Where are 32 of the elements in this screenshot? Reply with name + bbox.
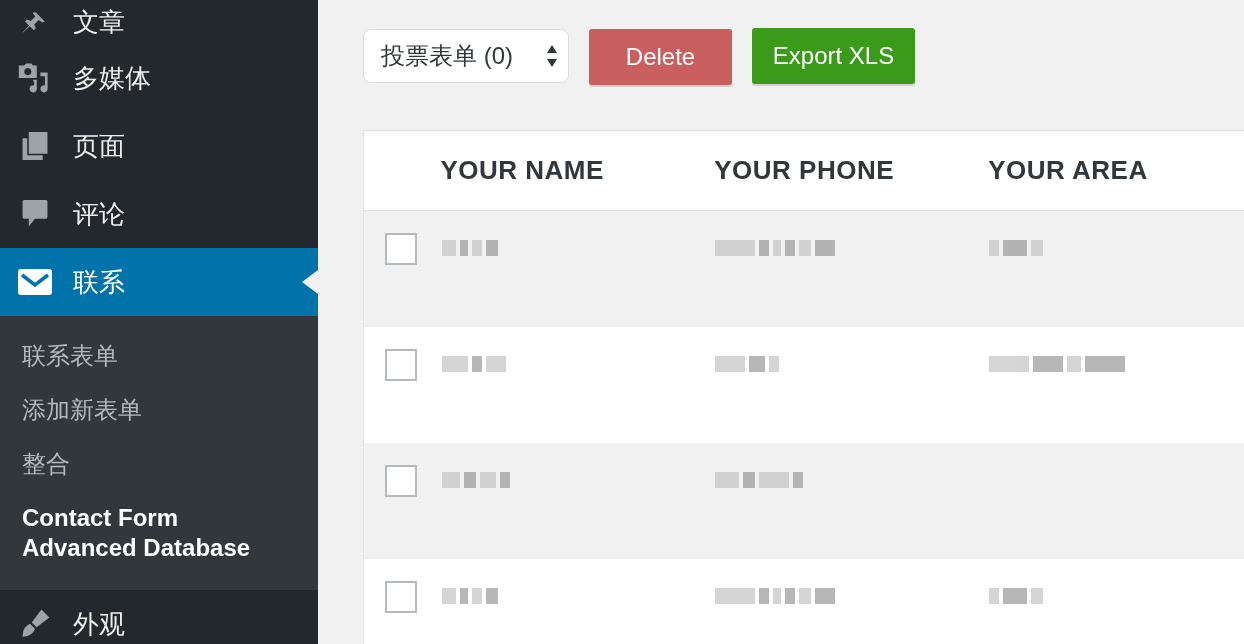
blurred-text <box>988 237 1043 259</box>
pages-icon <box>21 130 49 162</box>
paintbrush-icon <box>19 608 51 640</box>
submenu-item[interactable]: Contact Form Advanced Database <box>0 503 318 563</box>
blurred-text <box>441 353 506 375</box>
blurred-text <box>715 353 780 375</box>
submenu-item[interactable]: 联系表单 <box>0 341 318 371</box>
envelope-icon <box>18 269 52 295</box>
row-checkbox[interactable] <box>385 349 417 381</box>
row-checkbox[interactable] <box>385 233 417 265</box>
export-button[interactable]: Export XLS <box>752 28 915 84</box>
menu-item[interactable]: 评论 <box>0 180 318 248</box>
form-select[interactable]: 投票表单 (0) <box>363 29 569 83</box>
column-header: YOUR NAME <box>440 154 605 187</box>
blurred-text <box>441 585 498 607</box>
blurred-text <box>988 585 1043 607</box>
menu-item[interactable]: 外观 <box>0 590 318 644</box>
menu-item[interactable]: 多媒体 <box>0 44 318 112</box>
blurred-text <box>441 237 498 259</box>
menu-item[interactable]: 页面 <box>0 112 318 180</box>
column-header: YOUR AREA <box>988 154 1149 187</box>
delete-button[interactable]: Delete <box>589 29 732 85</box>
submenu-item[interactable]: 添加新表单 <box>0 395 318 425</box>
blurred-text <box>441 469 510 491</box>
menu-item[interactable]: 联系 <box>0 248 318 316</box>
pointer-arrow-icon <box>302 270 318 294</box>
column-header: YOUR PHONE <box>714 154 896 187</box>
row-checkbox[interactable] <box>385 465 417 497</box>
row-checkbox[interactable] <box>385 581 417 613</box>
menu-item[interactable]: 文章 <box>0 0 318 44</box>
up-down-arrows-icon <box>546 44 558 68</box>
submenu-item[interactable]: 整合 <box>0 449 318 479</box>
